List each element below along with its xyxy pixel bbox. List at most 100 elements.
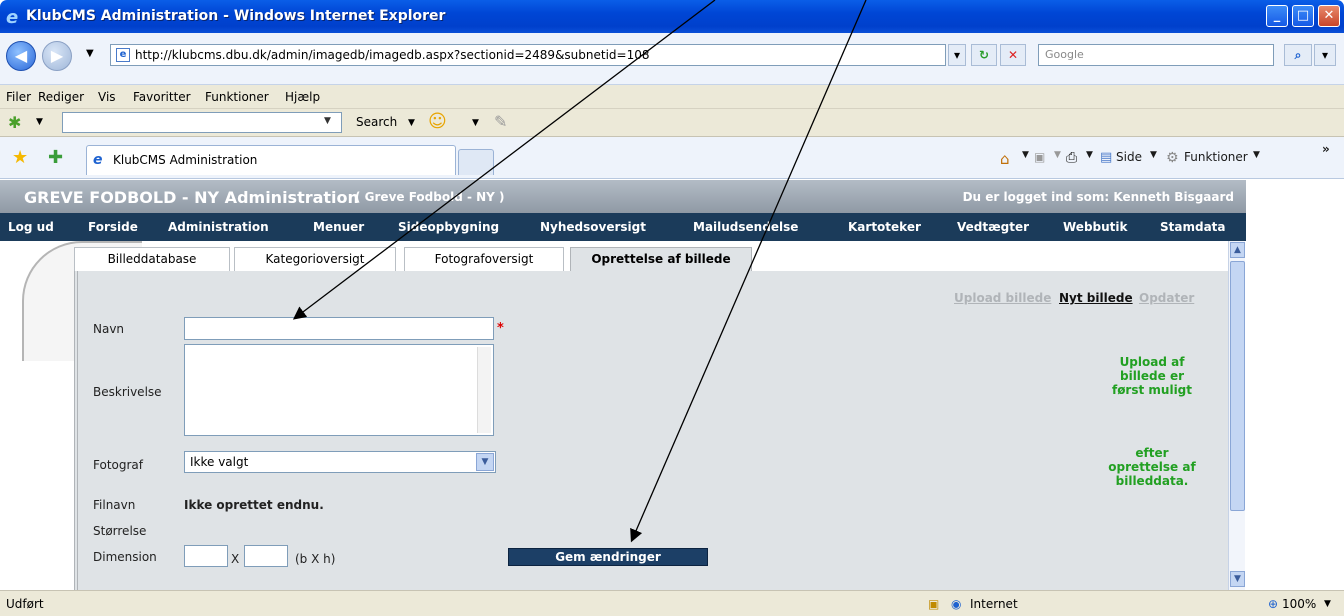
back-button[interactable]: ◀ [6,41,36,71]
dimension-x-label: X [231,552,240,566]
menu-rediger[interactable]: Rediger [38,90,84,104]
zoom-level[interactable]: 100% [1282,597,1316,611]
content-tabs: Billeddatabase Kategorioversigt Fotograf… [74,241,1230,271]
textarea-scrollbar[interactable] [477,347,491,433]
forward-button[interactable]: ▶ [42,41,72,71]
scroll-thumb[interactable] [1230,261,1245,511]
right-margin [1246,180,1326,590]
funktioner-dropdown-icon[interactable]: ▼ [1253,150,1260,160]
tab-billeddatabase[interactable]: Billeddatabase [74,247,230,271]
nav-log-ud[interactable]: Log ud [8,220,54,234]
print-icon[interactable]: ⎙ [1066,150,1077,166]
logged-in-user: Du er logget ind som: Kenneth Bisgaard [962,190,1234,204]
nav-mailudsendelse[interactable]: Mailudsendelse [693,220,798,234]
cms-title: GREVE FODBOLD - NY Administration [24,188,359,207]
save-button[interactable]: Gem ændringer [508,548,708,566]
smiley-dropdown-icon[interactable]: ▼ [472,118,479,128]
width-input[interactable] [184,545,228,567]
filnavn-value: Ikke oprettet endnu. [184,498,324,512]
ie-logo-icon: e [6,7,19,28]
search-icon[interactable]: ⌕ [1284,44,1312,66]
home-dropdown-icon[interactable]: ▼ [1022,150,1029,160]
menu-bar: Filer Rediger Vis Favoritter Funktioner … [0,85,1344,109]
print-dropdown-icon[interactable]: ▼ [1086,150,1093,160]
beskrivelse-textarea[interactable] [184,344,494,436]
funktioner-menu[interactable]: Funktioner [1184,150,1248,164]
opdater-link[interactable]: Opdater [1139,291,1194,305]
side-dropdown-icon[interactable]: ▼ [1150,150,1157,160]
tools-gear-icon[interactable]: ⚙ [1166,150,1179,166]
nav-webbutik[interactable]: Webbutik [1063,220,1128,234]
menu-vis[interactable]: Vis [98,90,116,104]
status-bar: Udført ▣ ◉ Internet ⊕ 100% ▼ [0,590,1344,616]
chevron-more-icon[interactable]: » [1322,142,1330,156]
menu-favoritter[interactable]: Favoritter [133,90,191,104]
page-scrollbar[interactable]: ▲ ▼ [1228,241,1245,590]
add-favorite-icon[interactable]: ✚ [48,147,63,168]
nav-stamdata[interactable]: Stamdata [1160,220,1226,234]
search-input[interactable]: Google [1038,44,1274,66]
menu-filer[interactable]: Filer [6,90,31,104]
zone-text: Internet [970,597,1018,611]
status-text: Udført [6,597,44,611]
nav-kartoteker[interactable]: Kartoteker [848,220,921,234]
address-dropdown-icon[interactable]: ▾ [948,44,966,66]
globe-icon: ◉ [951,597,962,611]
browser-tab[interactable]: e KlubCMS Administration [86,145,456,175]
title-bar: e KlubCMS Administration - Windows Inter… [0,0,1344,33]
close-button[interactable]: ✕ [1318,5,1340,27]
nav-administration[interactable]: Administration [168,220,269,234]
zoom-icon[interactable]: ⊕ [1268,597,1278,611]
pen-icon[interactable]: ✎ [494,112,507,131]
address-field[interactable]: e http://klubcms.dbu.dk/admin/imagedb/im… [110,44,946,66]
search-options-icon[interactable]: ▾ [1314,44,1336,66]
nav-vedtaegter[interactable]: Vedtægter [957,220,1029,234]
smiley-icon[interactable]: ☺ [428,111,447,132]
toolbar-search-input[interactable] [62,112,342,133]
maximize-button[interactable]: □ [1292,5,1314,27]
cms-header: GREVE FODBOLD - NY Administration ( Grev… [0,180,1246,213]
tab-fotografoversigt[interactable]: Fotografoversigt [404,247,564,271]
feeds-dropdown-icon[interactable]: ▼ [1054,150,1061,160]
zoom-dropdown-icon[interactable]: ▼ [1324,599,1331,609]
scroll-down-icon[interactable]: ▼ [1230,571,1245,587]
nav-nyhedsoversigt[interactable]: Nyhedsoversigt [540,220,646,234]
menu-hjaelp[interactable]: Hjælp [285,90,320,104]
upload-billede-link[interactable]: Upload billede [954,291,1051,305]
nav-forside[interactable]: Forside [88,220,138,234]
favorites-star-icon[interactable]: ★ [12,147,28,168]
dimension-label: Dimension [93,550,157,564]
new-tab-button[interactable] [458,149,494,175]
toolbar-logo-icon[interactable]: ✱ [8,113,21,132]
nav-sideopbygning[interactable]: Sideopbygning [398,220,499,234]
refresh-icon[interactable]: ↻ [971,44,997,66]
height-input[interactable] [244,545,288,567]
stop-icon[interactable]: ✕ [1000,44,1026,66]
nyt-billede-link[interactable]: Nyt billede [1059,291,1133,305]
fotograf-select[interactable]: Ikke valgt ▼ [184,451,496,473]
navn-input[interactable] [184,317,494,340]
history-dropdown-icon[interactable]: ▼ [86,48,94,59]
tab-oprettelse-af-billede[interactable]: Oprettelse af billede [570,247,752,271]
menu-funktioner[interactable]: Funktioner [205,90,269,104]
feeds-icon[interactable]: ▣ [1034,150,1045,164]
cms-subtitle: ( Greve Fodbold - NY ) [355,190,505,204]
storrelse-label: Størrelse [93,524,147,538]
nav-menuer[interactable]: Menuer [313,220,364,234]
toolbar-logo-dropdown-icon[interactable]: ▼ [36,117,43,127]
browser-tab-title: KlubCMS Administration [113,153,258,167]
page-icon: e [116,48,130,62]
toolbar-search-dropdown-icon[interactable]: ▼ [408,118,415,128]
tab-kategorioversigt[interactable]: Kategorioversigt [234,247,396,271]
minimize-button[interactable]: _ [1266,5,1288,27]
fotograf-label: Fotograf [93,458,143,472]
toolbar-search-button[interactable]: Search [356,115,397,129]
home-icon[interactable]: ⌂ [1000,150,1010,168]
side-menu[interactable]: Side [1116,150,1142,164]
notice-upload-first: Upload af billede er først muligt [1111,355,1193,397]
chevron-down-icon[interactable]: ▼ [476,453,494,471]
tool-row: ✱ ▼ ▼ Search ▼ ☺ ▼ ✎ [0,109,1344,137]
page-menu-icon[interactable]: ▤ [1100,150,1112,165]
scroll-up-icon[interactable]: ▲ [1230,242,1245,258]
toolbar-input-dropdown-icon[interactable]: ▼ [324,116,331,126]
